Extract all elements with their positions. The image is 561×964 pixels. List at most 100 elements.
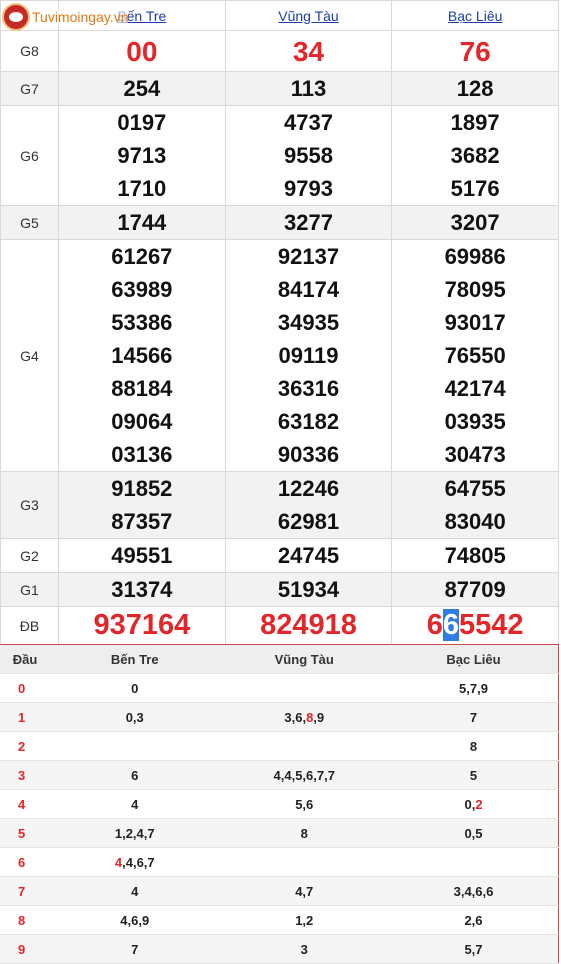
province-link-2[interactable]: Bạc Liêu [448, 8, 502, 24]
prize-number[interactable]: 42174 [392, 372, 558, 405]
tail-digits: 3,6,8,9 [219, 702, 389, 732]
head-col-header: Vũng Tàu [219, 645, 389, 674]
prize-row: G3 91852 87357 12246 62981 64755 83040 [0, 471, 559, 539]
prize-number[interactable]: 76 [392, 35, 558, 68]
prize-number[interactable]: 128 [392, 72, 558, 105]
red-tail-digit: 4 [114, 854, 123, 870]
prize-number[interactable]: 91852 [59, 472, 225, 505]
tail-digits [389, 847, 559, 877]
prize-number[interactable]: 34 [226, 35, 392, 68]
province-link-1[interactable]: Vũng Tàu [278, 8, 338, 24]
prize-number[interactable]: 3277 [226, 206, 392, 239]
tail-digits: 3 [219, 934, 389, 964]
prize-number[interactable]: 69986 [392, 240, 558, 273]
tail-digits [219, 731, 389, 761]
prize-number[interactable]: 5176 [392, 172, 558, 205]
head-col-header: Bến Tre [50, 645, 220, 674]
prize-number[interactable]: 87357 [59, 505, 225, 538]
tail-digits: 5,7,9 [389, 673, 559, 703]
prize-number[interactable]: 76550 [392, 339, 558, 372]
head-col-header: Bạc Liêu [389, 645, 559, 674]
prize-number[interactable]: 824918 [226, 609, 392, 642]
prize-number[interactable]: 90336 [226, 438, 392, 471]
prize-number[interactable]: 254 [59, 72, 225, 105]
prize-number[interactable]: 14566 [59, 339, 225, 372]
province-header: Vũng Tàu [224, 0, 393, 31]
prize-number[interactable]: 1710 [59, 172, 225, 205]
tail-digits: 4,4,6,7 [50, 847, 220, 877]
prize-label: G8 [0, 30, 59, 72]
site-logo[interactable]: Tuvimoingay.vn [2, 2, 129, 32]
prize-number[interactable]: 0197 [59, 106, 225, 139]
prize-cell: 4737 9558 9793 [224, 105, 393, 206]
head-digit: 9 [0, 934, 50, 964]
head-digit: 7 [0, 876, 50, 906]
prize-number[interactable]: 64755 [392, 472, 558, 505]
prize-number[interactable]: 61267 [59, 240, 225, 273]
prize-number[interactable]: 03136 [59, 438, 225, 471]
tail-digits: 4,4,5,6,7,7 [219, 760, 389, 790]
prize-number[interactable]: 03935 [392, 405, 558, 438]
prize-cell: 87709 [391, 572, 559, 607]
tail-digits: 2,6 [389, 905, 559, 935]
prize-cell: 76 [391, 30, 559, 72]
prize-number[interactable]: 24745 [226, 539, 392, 572]
head-digit: 8 [0, 905, 50, 935]
prize-number[interactable]: 34935 [226, 306, 392, 339]
prize-number[interactable]: 1897 [392, 106, 558, 139]
prize-number[interactable]: 36316 [226, 372, 392, 405]
prize-number[interactable]: 93017 [392, 306, 558, 339]
prize-number[interactable]: 31374 [59, 573, 225, 606]
prize-cell: 254 [58, 71, 226, 106]
head-row: 28 [0, 731, 559, 761]
prize-number[interactable]: 3682 [392, 139, 558, 172]
prize-rows: G8 00 34 76 G7 254 113 128 G6 0197 9713 1710 4737 955… [0, 30, 559, 645]
prize-number[interactable]: 113 [226, 72, 392, 105]
tail-digits: 5 [389, 760, 559, 790]
prize-number[interactable]: 83040 [392, 505, 558, 538]
prize-number[interactable]: 62981 [226, 505, 392, 538]
prize-number[interactable]: 63989 [59, 273, 225, 306]
tail-digits [50, 731, 220, 761]
prize-number[interactable]: 78095 [392, 273, 558, 306]
prize-number[interactable]: 9713 [59, 139, 225, 172]
prize-number[interactable]: 30473 [392, 438, 558, 471]
prize-number[interactable]: 3207 [392, 206, 558, 239]
prize-number[interactable]: 1744 [59, 206, 225, 239]
prize-cell: 61267 63989 53386 14566 88184 09064 03136 [58, 239, 226, 472]
prize-number[interactable]: 12246 [226, 472, 392, 505]
head-row: 4 4 5,6 0,2 [0, 789, 559, 819]
prize-number[interactable]: 9558 [226, 139, 392, 172]
tail-digits: 4,7 [219, 876, 389, 906]
prize-number[interactable]: 4737 [226, 106, 392, 139]
head-digit: 0 [0, 673, 50, 703]
prize-number[interactable]: 00 [59, 35, 225, 68]
prize-number[interactable]: 51934 [226, 573, 392, 606]
prize-row: G4 61267 63989 53386 14566 88184 09064 03136 921… [0, 239, 559, 472]
prize-cell: 12246 62981 [224, 471, 393, 539]
tail-digits: 6 [50, 760, 220, 790]
prize-number[interactable]: 665542 [392, 609, 558, 642]
prize-number[interactable]: 9793 [226, 172, 392, 205]
prize-cell: 113 [224, 71, 393, 106]
results-table: Bến Tre Vũng Tàu Bạc Liêu G8 00 34 76 G7 254 1… [0, 0, 559, 645]
prize-number[interactable]: 87709 [392, 573, 558, 606]
prize-row: G6 0197 9713 1710 4737 9558 9793 1897 3682 5176 [0, 105, 559, 206]
prize-cell: 128 [391, 71, 559, 106]
prize-number[interactable]: 53386 [59, 306, 225, 339]
prize-cell: 24745 [224, 538, 393, 573]
prize-number[interactable]: 09064 [59, 405, 225, 438]
prize-number[interactable]: 937164 [59, 609, 225, 642]
tail-digits: 0 [50, 673, 220, 703]
prize-label: G1 [0, 572, 59, 607]
prize-number[interactable]: 84174 [226, 273, 392, 306]
prize-number[interactable]: 09119 [226, 339, 392, 372]
head-row: 6 4,4,6,7 [0, 847, 559, 877]
head-row: 9 7 3 5,7 [0, 934, 559, 964]
head-row: 7 4 4,7 3,4,6,6 [0, 876, 559, 906]
prize-number[interactable]: 63182 [226, 405, 392, 438]
prize-number[interactable]: 88184 [59, 372, 225, 405]
prize-number[interactable]: 74805 [392, 539, 558, 572]
prize-number[interactable]: 92137 [226, 240, 392, 273]
prize-number[interactable]: 49551 [59, 539, 225, 572]
